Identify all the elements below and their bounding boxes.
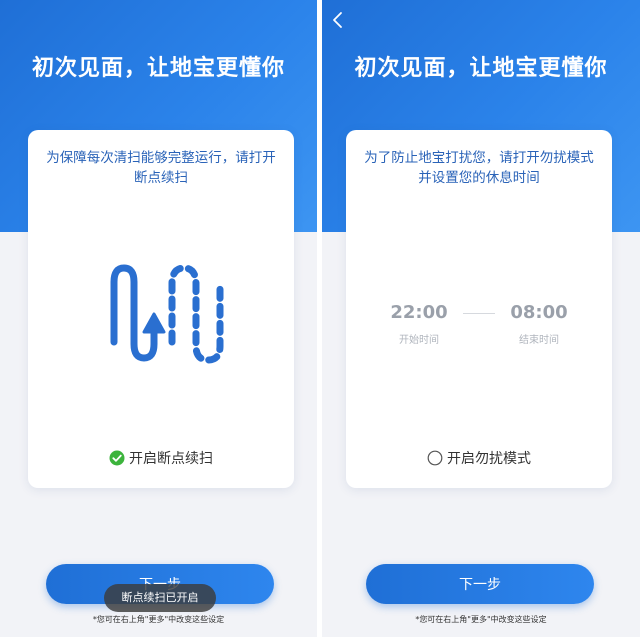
toggle-label: 开启勿扰模式 <box>447 451 531 467</box>
time-separator <box>463 313 495 314</box>
setting-card: 为保障每次清扫能够完整运行，请打开断点续扫 开启断点续扫 <box>28 130 294 488</box>
start-time-value: 22:00 <box>390 302 448 323</box>
start-time-caption: 开始时间 <box>399 335 439 346</box>
radio-empty-icon <box>427 450 443 466</box>
setting-description: 为了防止地宝打扰您，请打开勿扰模式并设置您的休息时间 <box>364 150 594 186</box>
resume-path-arrow-icon <box>110 264 224 364</box>
screen-resume-cleaning: 初次见面，让地宝更懂你 为保障每次清扫能够完整运行，请打开断点续扫 开启断点续扫… <box>0 0 317 637</box>
next-button[interactable]: 下一步 <box>366 564 594 604</box>
setting-description: 为保障每次清扫能够完整运行，请打开断点续扫 <box>46 150 276 186</box>
setting-card: 为了防止地宝打扰您，请打开勿扰模式并设置您的休息时间 22:00 开始时间 08… <box>346 130 612 488</box>
toast-message: 断点续扫已开启 <box>104 584 216 612</box>
end-time-value: 08:00 <box>510 302 568 323</box>
settings-footnote: *您可在右上角"更多"中改变这些设定 <box>415 615 547 624</box>
screen-do-not-disturb: 初次见面，让地宝更懂你 为了防止地宝打扰您，请打开勿扰模式并设置您的休息时间 2… <box>322 0 640 637</box>
start-time-picker[interactable]: 22:00 开始时间 <box>374 302 464 346</box>
quiet-hours: 22:00 开始时间 08:00 结束时间 <box>346 302 612 362</box>
do-not-disturb-toggle[interactable]: 开启勿扰模式 <box>346 448 612 468</box>
page-title: 初次见面，让地宝更懂你 <box>31 56 285 81</box>
end-time-caption: 结束时间 <box>519 335 559 346</box>
toggle-label: 开启断点续扫 <box>129 451 213 467</box>
settings-footnote: *您可在右上角"更多"中改变这些设定 <box>92 615 225 624</box>
end-time-picker[interactable]: 08:00 结束时间 <box>494 302 584 346</box>
resume-cleaning-toggle[interactable]: 开启断点续扫 <box>28 448 294 468</box>
check-circle-icon <box>109 450 125 466</box>
chevron-left-icon[interactable] <box>330 10 346 30</box>
page-title: 初次见面，让地宝更懂你 <box>354 56 608 81</box>
